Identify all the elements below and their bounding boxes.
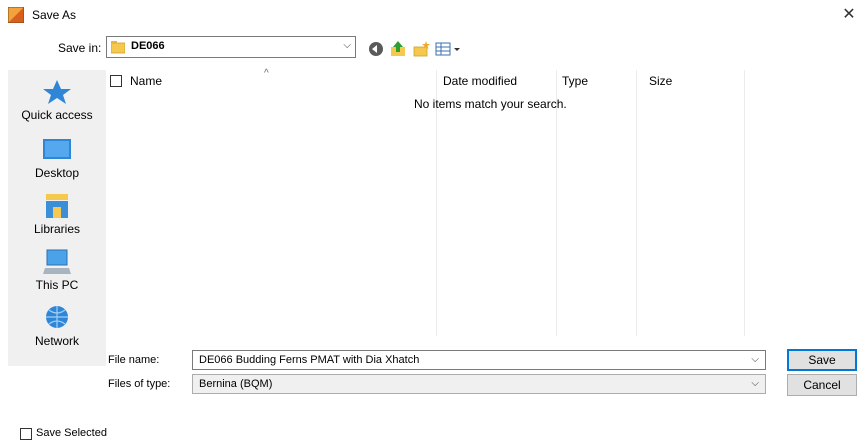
place-label: Quick access [21,108,93,122]
desktop-icon [43,139,71,159]
up-folder-button[interactable] [388,40,408,58]
cancel-button[interactable]: Cancel [787,374,857,396]
save-in-dropdown[interactable]: DE066 ⌵ [106,36,356,58]
place-quick-access[interactable]: Quick access [8,78,106,122]
title-bar: Save As ✕ [0,0,865,32]
file-name-value: DE066 Budding Ferns PMAT with Dia Xhatch [199,354,420,366]
back-icon [369,42,383,56]
select-all-checkbox[interactable] [110,75,122,87]
file-name-label: File name: [108,354,160,366]
network-icon [46,306,68,328]
new-folder-button[interactable] [412,40,432,58]
view-menu-icon [435,42,460,56]
save-in-value: DE066 [131,40,165,52]
column-divider [744,70,745,336]
empty-list-message: No items match your search. [414,97,567,111]
column-header-name[interactable]: Name [130,74,162,88]
place-label: Network [34,334,79,348]
place-label: Libraries [33,222,81,236]
folder-icon [111,41,125,54]
chevron-down-icon[interactable]: ⌵ [343,40,351,51]
place-this-pc[interactable]: This PC [8,248,106,292]
view-menu-button[interactable] [434,40,464,58]
place-label: Desktop [34,166,80,180]
file-type-value: Bernina (BQM) [199,378,273,390]
place-network[interactable]: Network [8,304,106,348]
sort-ascending-icon: ^ [264,68,269,79]
libraries-icon [46,194,68,218]
column-divider [636,70,637,336]
close-icon[interactable]: ✕ [838,4,860,26]
column-header-size[interactable]: Size [649,74,672,88]
save-in-label: Save in: [58,41,102,55]
places-bar: Quick access Desktop Libraries This PC N… [8,70,106,366]
column-header-type[interactable]: Type [562,74,588,88]
file-type-label: Files of type: [108,378,171,390]
app-icon [8,7,24,23]
place-label: This PC [35,278,79,292]
chevron-down-icon[interactable]: ⌵ [751,354,759,365]
place-desktop[interactable]: Desktop [8,136,106,180]
this-pc-icon [43,249,71,274]
save-selected-label: Save Selected [36,427,107,439]
file-type-dropdown[interactable]: Bernina (BQM) ⌵ [192,374,766,394]
file-name-field[interactable]: DE066 Budding Ferns PMAT with Dia Xhatch… [192,350,766,370]
new-folder-icon [413,41,430,57]
window-title: Save As [32,8,77,22]
chevron-down-icon[interactable]: ⌵ [751,378,759,389]
back-button[interactable] [366,40,386,58]
place-libraries[interactable]: Libraries [8,192,106,236]
column-header-date-modified[interactable]: Date modified [443,74,517,88]
save-button[interactable]: Save [787,349,857,371]
save-selected-checkbox[interactable] [20,428,32,440]
up-folder-icon [391,41,405,56]
quick-access-star-icon [43,80,71,104]
